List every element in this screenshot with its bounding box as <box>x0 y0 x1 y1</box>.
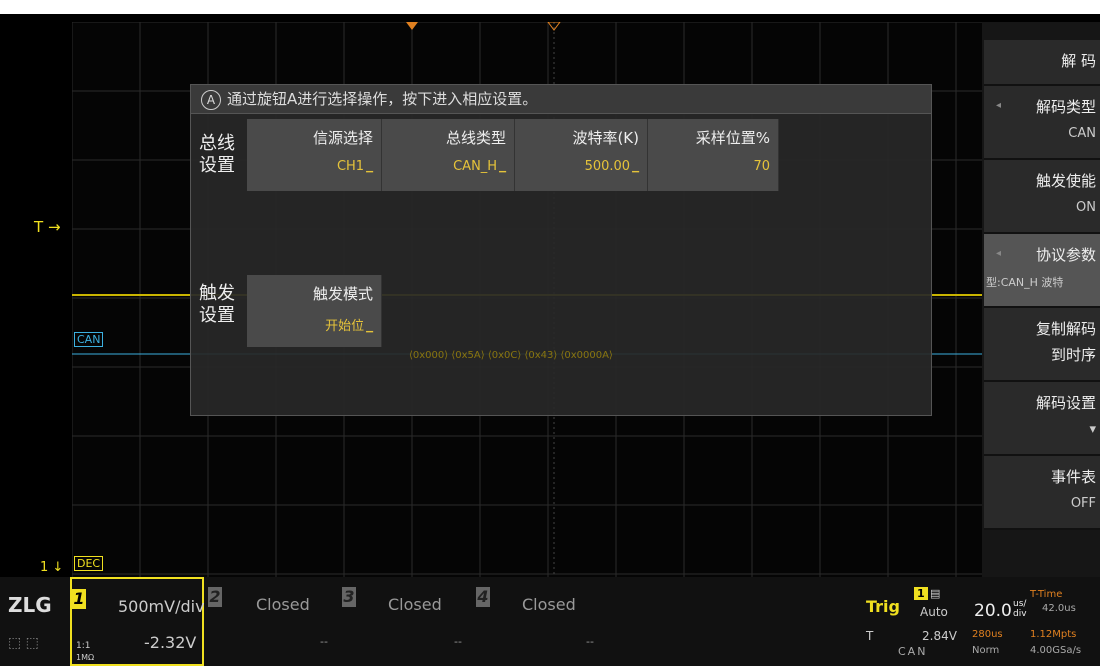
ch1-scale: 500mV/div <box>118 597 205 616</box>
timebase-panel[interactable]: 20.0 us/div 280us Norm T-Time 42.0us 1.1… <box>970 585 1100 665</box>
menu-item-copy-decode[interactable]: 复制解码 到时序 <box>984 308 1100 382</box>
ch3-panel[interactable]: 3 Closed -- <box>342 577 472 666</box>
menu-item-trigger-enable[interactable]: 触发使能 ON <box>984 160 1100 234</box>
ch1-probe-ratio: 1:1 <box>76 641 91 651</box>
bus-settings-label: 总线 设置 <box>199 133 235 176</box>
ch1-offset: -2.32V <box>144 633 197 652</box>
trigger-mode-select[interactable]: 触发模式 开始位 ▁ <box>247 275 382 347</box>
dialog-title: 通过旋钮A进行选择操作，按下进入相应设置。 <box>227 90 538 108</box>
menu-item-decode-settings[interactable]: 解码设置 ▾ <box>984 382 1100 456</box>
dec-tag: DEC <box>74 556 104 571</box>
menu-item-protocol-params[interactable]: ◂ 协议参数 型:CAN_H 波特 <box>984 234 1100 308</box>
zlg-logo: ZLG <box>8 593 52 617</box>
trigger-panel[interactable]: Trig 1 ▤ Auto T 2.84V CAN <box>862 585 966 665</box>
ch1-impedance: 1MΩ <box>76 653 95 662</box>
bus-type-select[interactable]: 总线类型 CAN_H ▁ <box>382 119 515 191</box>
source-select[interactable]: 信源选择 CH1 ▁ <box>247 119 382 191</box>
trigger-edge-icon: ▤ <box>930 587 941 600</box>
bus-settings-dialog: A 通过旋钮A进行选择操作，按下进入相应设置。 总线 设置 信源选择 CH1 ▁ 总线… <box>190 84 932 416</box>
dropdown-arrow-icon: ▁ <box>366 163 373 173</box>
chevron-down-icon: ▾ <box>1089 422 1096 437</box>
ch1-panel[interactable]: 1 500mV/div -2.32V 1:1 1MΩ <box>70 577 205 666</box>
knob-a-icon: A <box>201 89 221 110</box>
dropdown-arrow-icon: ▁ <box>632 163 639 173</box>
dropdown-arrow-icon: ▁ <box>366 323 373 333</box>
ch2-panel[interactable]: 2 Closed -- <box>208 577 338 666</box>
menu-item-decode-type[interactable]: ◂ 解码类型 CAN <box>984 86 1100 160</box>
screenshot-icon[interactable]: ⬚ ⬚ <box>8 635 39 651</box>
dialog-title-bar: A 通过旋钮A进行选择操作，按下进入相应设置。 <box>191 85 931 114</box>
sample-position-input[interactable]: 采样位置% 70 <box>648 119 779 191</box>
menu-item-event-table[interactable]: 事件表 OFF <box>984 456 1100 530</box>
trigger-settings-label: 触发 设置 <box>199 283 235 326</box>
baud-rate-select[interactable]: 波特率(K) 500.00 ▁ <box>515 119 648 191</box>
menu-title: 解 码 <box>984 40 1100 86</box>
decode-menu: 解 码 ◂ 解码类型 CAN 触发使能 ON ◂ 协议参数 型:CAN_H 波特 复制解码… <box>982 22 1100 577</box>
trigger-level-marker[interactable]: T → <box>34 218 61 236</box>
ch1-marker[interactable]: 1 ↓ <box>40 560 63 575</box>
ch4-panel[interactable]: 4 Closed -- <box>476 577 600 666</box>
dropdown-arrow-icon: ▁ <box>499 163 506 173</box>
top-strip <box>0 0 1100 14</box>
status-bar: ZLG ⬚ ⬚ 1 500mV/div -2.32V 1:1 1MΩ 2 Clo… <box>0 577 1100 666</box>
oscilloscope-screen: T → 1 ↓ CAN DEC A 通过旋钮A进行选择操作，按下进入相应设置。 总… <box>0 0 1100 666</box>
decode-bus-row: ⟨0x000⟩ ⟨0x5A⟩ ⟨0x0C⟩ ⟨0x43⟩ ⟨0x0000A⟩ <box>409 350 613 361</box>
can-tag: CAN <box>74 332 104 347</box>
